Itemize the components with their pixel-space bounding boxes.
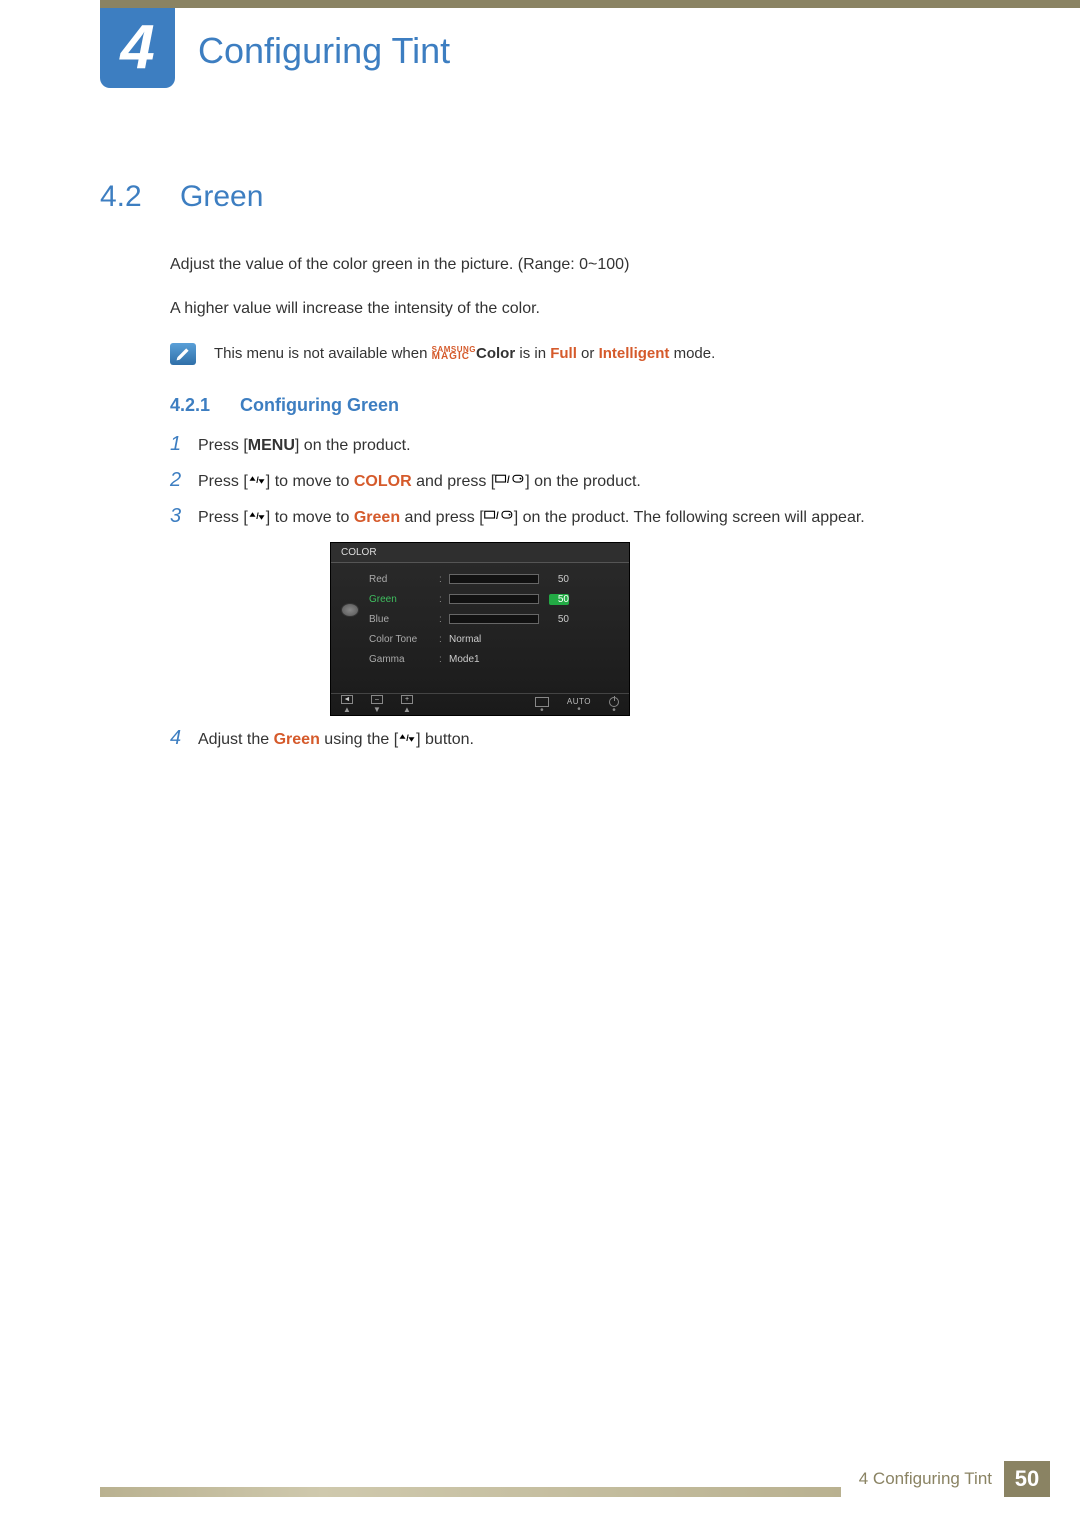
palette-icon: [341, 603, 359, 617]
enter-source-icon: /: [484, 506, 514, 530]
section-title: Green: [180, 180, 263, 214]
footer-chapter-label: 4 Configuring Tint: [841, 1461, 1004, 1497]
footer-accent-bar: [100, 1487, 841, 1497]
step-3: 3 Press [/] to move to Green and press […: [170, 506, 990, 530]
svg-text:/: /: [507, 475, 510, 486]
svg-text:/: /: [496, 511, 499, 522]
note-magic-suffix: Color: [476, 345, 515, 362]
osd-plus-icon: +▲: [401, 695, 413, 714]
header-accent-bar: [100, 0, 1080, 8]
step-1: 1 Press [MENU] on the product.: [170, 434, 990, 458]
subsection-number: 4.2.1: [170, 395, 240, 416]
menu-key: MENU: [248, 437, 295, 454]
page-footer: 4 Configuring Tint 50: [100, 1461, 1050, 1497]
svg-text:/: /: [256, 475, 259, 485]
step-number: 4: [170, 728, 198, 748]
up-down-arrows-icon: /: [248, 506, 266, 530]
svg-text:/: /: [256, 511, 259, 521]
page-content: 4.2 Green Adjust the value of the color …: [100, 180, 990, 764]
note-block: This menu is not available when SAMSUNGM…: [170, 343, 990, 365]
enter-source-icon: /: [495, 470, 525, 494]
subsection-heading: 4.2.1 Configuring Green: [170, 395, 990, 416]
osd-minus-icon: –▼: [371, 695, 383, 714]
section-number: 4.2: [100, 180, 180, 214]
step-4: 4 Adjust the Green using the [/] button.: [170, 728, 990, 752]
samsung-magic-logo: SAMSUNGMAGIC: [432, 347, 476, 362]
note-intelligent: Intelligent: [599, 345, 670, 362]
up-down-arrows-icon: /: [398, 728, 416, 752]
osd-row-color-tone: Color Tone : Normal: [369, 629, 619, 649]
step-number: 2: [170, 470, 198, 490]
up-down-arrows-icon: /: [248, 470, 266, 494]
osd-power-icon: •: [609, 697, 619, 713]
note-text: This menu is not available when SAMSUNGM…: [214, 345, 715, 362]
osd-row-green: Green : 50: [369, 589, 619, 609]
intro-paragraph-1: Adjust the value of the color green in t…: [170, 254, 990, 276]
intro-paragraph-2: A higher value will increase the intensi…: [170, 298, 990, 320]
osd-row-gamma: Gamma : Mode1: [369, 649, 619, 669]
osd-enter-icon: •: [535, 697, 549, 713]
osd-auto-label: AUTO•: [567, 697, 591, 712]
note-pre: This menu is not available when: [214, 345, 432, 362]
osd-title: COLOR: [331, 543, 629, 563]
chapter-title: Configuring Tint: [198, 30, 450, 72]
osd-row-red: Red : 50: [369, 569, 619, 589]
color-keyword: COLOR: [354, 473, 412, 490]
subsection-title: Configuring Green: [240, 395, 399, 416]
chapter-number: 4: [120, 17, 154, 79]
osd-back-icon: ◄▲: [341, 695, 353, 714]
section-heading: 4.2 Green: [100, 180, 990, 214]
step-2: 2 Press [/] to move to COLOR and press […: [170, 470, 990, 494]
note-full: Full: [550, 345, 577, 362]
steps-list: 1 Press [MENU] on the product. 2 Press […: [170, 434, 990, 753]
osd-screenshot: COLOR Red : 50 Green: [330, 542, 630, 716]
svg-text:/: /: [406, 733, 409, 743]
page-number: 50: [1004, 1461, 1050, 1497]
green-keyword: Green: [354, 509, 400, 526]
step-number: 3: [170, 506, 198, 526]
osd-footer: ◄▲ –▼ +▲ • AUTO• •: [331, 693, 629, 715]
osd-row-blue: Blue : 50: [369, 609, 619, 629]
step-number: 1: [170, 434, 198, 454]
note-icon: [170, 343, 196, 365]
chapter-number-badge: 4: [100, 8, 175, 88]
green-keyword: Green: [274, 731, 320, 748]
